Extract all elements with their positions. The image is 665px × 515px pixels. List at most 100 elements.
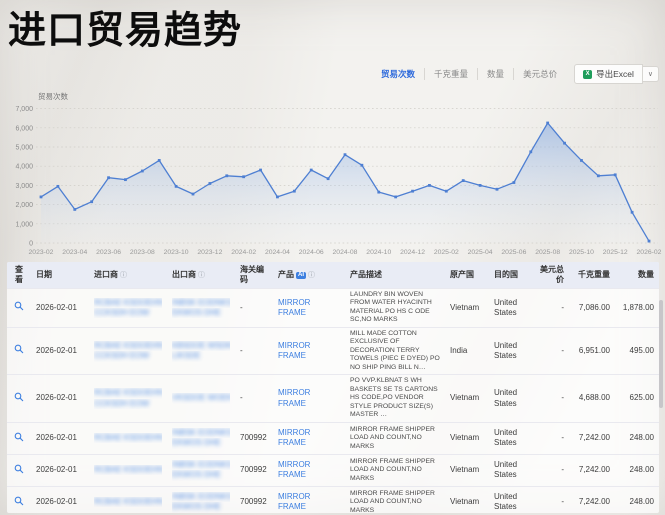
data-point[interactable] bbox=[360, 164, 363, 167]
redacted-text: EKWOS DHE bbox=[172, 502, 221, 511]
data-point[interactable] bbox=[479, 184, 482, 187]
cell-exporter[interactable]: INBSK EODNKS VIEKWOS DHE bbox=[167, 486, 235, 513]
tab-metric-1[interactable]: 千克重量 bbox=[424, 68, 477, 80]
product-link[interactable]: MIRROR FRAME bbox=[278, 428, 310, 447]
excel-icon: X bbox=[583, 70, 592, 79]
data-point[interactable] bbox=[158, 159, 161, 162]
view-details-icon[interactable] bbox=[14, 344, 24, 357]
data-point[interactable] bbox=[411, 190, 414, 193]
column-header-label: 数量 bbox=[638, 270, 654, 279]
x-axis-tick: 2023-02 bbox=[29, 249, 54, 256]
cell-exporter[interactable]: INBSK EODNKS VIEKWOS DHE bbox=[167, 454, 235, 486]
view-details-icon[interactable] bbox=[14, 392, 24, 405]
view-details-icon[interactable] bbox=[14, 432, 24, 445]
data-point[interactable] bbox=[377, 191, 380, 194]
product-link[interactable]: MIRROR FRAME bbox=[278, 388, 310, 407]
data-point[interactable] bbox=[496, 188, 499, 191]
cell-exporter[interactable]: KBSDOE WSDKEO ESLIKSDE bbox=[167, 327, 235, 374]
cell-view bbox=[7, 375, 31, 422]
data-point[interactable] bbox=[445, 190, 448, 193]
cell-importer[interactable]: RCBAE KSDOEHN I NCCCKSDH EOW bbox=[89, 375, 167, 422]
cell-importer[interactable]: RCBAE KSDOEHN I NCCCKSDH EOW bbox=[89, 289, 167, 328]
tab-metric-2[interactable]: 数量 bbox=[477, 68, 513, 80]
tab-metric-3[interactable]: 美元总价 bbox=[513, 68, 566, 80]
data-point[interactable] bbox=[327, 177, 330, 180]
cell-description: PO VVP.KLBNAT S WH BASKETS SE TS CARTONS… bbox=[345, 375, 445, 422]
data-point[interactable] bbox=[124, 178, 127, 181]
column-header-label: 海关编码 bbox=[240, 265, 264, 284]
data-point[interactable] bbox=[563, 142, 566, 145]
cell-destination: United States bbox=[489, 327, 529, 374]
data-point[interactable] bbox=[344, 153, 347, 156]
cell-quantity: 248.00 bbox=[615, 486, 659, 513]
x-axis-tick: 2023-10 bbox=[164, 249, 189, 256]
product-link[interactable]: MIRROR FRAME bbox=[278, 298, 310, 317]
data-point[interactable] bbox=[141, 170, 144, 173]
data-point[interactable] bbox=[107, 176, 110, 179]
data-point[interactable] bbox=[462, 179, 465, 182]
cell-hs-code: 700992 bbox=[235, 486, 273, 513]
cell-importer[interactable]: RCBAE KSDOEHN I NCCCKSDH EOW bbox=[89, 327, 167, 374]
data-point[interactable] bbox=[428, 184, 431, 187]
export-excel-button[interactable]: X 导出Excel bbox=[574, 64, 643, 84]
data-point[interactable] bbox=[512, 181, 515, 184]
data-point[interactable] bbox=[73, 208, 76, 211]
cell-exporter[interactable]: INBSK EODNKS VIEKWOS DHE bbox=[167, 289, 235, 328]
redacted-text: RCBAE KSDOEHN I bbox=[94, 465, 162, 474]
column-header-label: 产品 bbox=[278, 270, 294, 279]
view-details-icon[interactable] bbox=[14, 496, 24, 509]
column-header-label: 查看 bbox=[15, 265, 23, 284]
y-axis-tick: 1,000 bbox=[15, 221, 33, 228]
data-point[interactable] bbox=[310, 169, 313, 172]
data-point[interactable] bbox=[225, 174, 228, 177]
info-icon[interactable]: ⓘ bbox=[308, 272, 315, 279]
data-point[interactable] bbox=[192, 193, 195, 196]
product-link[interactable]: MIRROR FRAME bbox=[278, 341, 310, 360]
cell-exporter[interactable]: INBSK EODNKS VIEKWOS DHE bbox=[167, 422, 235, 454]
trade-trend-chart[interactable]: 01,0002,0003,0004,0005,0006,0007,000贸易次数… bbox=[0, 88, 665, 260]
data-point[interactable] bbox=[276, 196, 279, 199]
cell-usd-total: - bbox=[529, 454, 569, 486]
data-point[interactable] bbox=[90, 200, 93, 203]
column-header-3: 出口商ⓘ bbox=[167, 262, 235, 289]
info-icon[interactable]: ⓘ bbox=[120, 272, 127, 279]
view-details-icon[interactable] bbox=[14, 464, 24, 477]
info-icon[interactable]: ⓘ bbox=[198, 272, 205, 279]
redacted-text: RCBAE KSDOEHN I bbox=[94, 433, 162, 442]
data-point[interactable] bbox=[394, 196, 397, 199]
data-point[interactable] bbox=[648, 240, 651, 243]
data-point[interactable] bbox=[56, 185, 59, 188]
data-point[interactable] bbox=[259, 169, 262, 172]
data-point[interactable] bbox=[242, 175, 245, 178]
cell-importer[interactable]: RCBAE KSDOEHN I NC bbox=[89, 486, 167, 513]
data-point[interactable] bbox=[631, 211, 634, 214]
data-point[interactable] bbox=[580, 159, 583, 162]
data-point[interactable] bbox=[175, 185, 178, 188]
cell-exporter[interactable]: VKSDOE WOEKS TD bbox=[167, 375, 235, 422]
data-point[interactable] bbox=[546, 122, 549, 125]
data-point[interactable] bbox=[293, 190, 296, 193]
data-point[interactable] bbox=[614, 173, 617, 176]
x-axis-tick: 2023-12 bbox=[197, 249, 222, 256]
export-dropdown-button[interactable]: ∨ bbox=[643, 66, 659, 82]
table-row: 2026-02-01RCBAE KSDOEHN I NCINBSK EODNKS… bbox=[7, 454, 659, 486]
y-axis-tick: 3,000 bbox=[15, 183, 33, 190]
chevron-down-icon: ∨ bbox=[648, 71, 653, 78]
cell-origin: India bbox=[445, 327, 489, 374]
cell-date: 2026-02-01 bbox=[31, 422, 89, 454]
column-header-label: 进口商 bbox=[94, 270, 118, 279]
data-point[interactable] bbox=[208, 182, 211, 185]
table-row: 2026-02-01RCBAE KSDOEHN I NCINBSK EODNKS… bbox=[7, 486, 659, 513]
table-scrollbar[interactable] bbox=[659, 300, 663, 408]
data-point[interactable] bbox=[529, 150, 532, 153]
cell-importer[interactable]: RCBAE KSDOEHN I NC bbox=[89, 454, 167, 486]
data-point[interactable] bbox=[597, 174, 600, 177]
tab-metric-0[interactable]: 贸易次数 bbox=[372, 68, 424, 80]
product-link[interactable]: MIRROR FRAME bbox=[278, 492, 310, 511]
data-point[interactable] bbox=[40, 196, 43, 199]
cell-importer[interactable]: RCBAE KSDOEHN I NC bbox=[89, 422, 167, 454]
column-header-label: 出口商 bbox=[172, 270, 196, 279]
shipments-table: 查看日期进口商ⓘ出口商ⓘ海关编码产品AIⓘ产品描述原产国目的国美元总价千克重量数… bbox=[7, 262, 659, 513]
view-details-icon[interactable] bbox=[14, 301, 24, 314]
product-link[interactable]: MIRROR FRAME bbox=[278, 460, 310, 479]
